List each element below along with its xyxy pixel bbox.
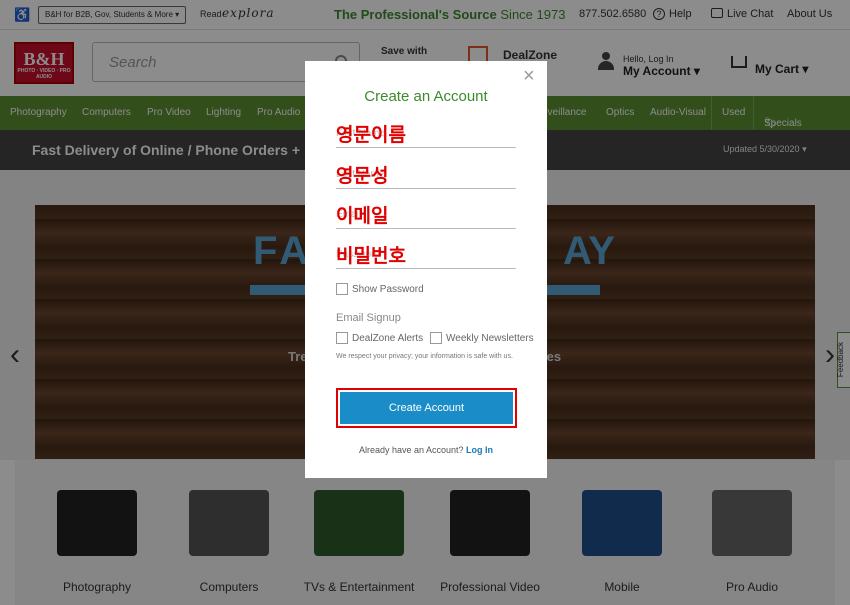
login-link[interactable]: Log In [466, 445, 493, 455]
login-prompt: Already have an Account? Log In [305, 445, 547, 455]
already-text: Already have an Account? [358, 445, 464, 455]
show-password-label: Show Password [352, 284, 424, 295]
modal-title: Create an Account [364, 88, 488, 105]
weekly-newsletters-checkbox[interactable] [430, 332, 442, 344]
last-name-field[interactable]: Last Name 영문성 [336, 159, 516, 189]
password-annotation: 비밀번호 [336, 245, 406, 267]
close-icon[interactable]: × [523, 65, 535, 88]
first-name-annotation: 영문이름 [336, 124, 406, 146]
weekly-newsletters-label: Weekly Newsletters [446, 333, 534, 344]
dealzone-alerts-checkbox[interactable] [336, 332, 348, 344]
email-annotation: 이메일 [336, 205, 389, 227]
email-field[interactable]: Email 이메일 [336, 199, 516, 229]
first-name-field[interactable]: First Name 영문이름 [336, 118, 516, 148]
create-account-button[interactable]: Create Account [340, 392, 513, 424]
last-name-annotation: 영문성 [336, 165, 389, 187]
privacy-note: We respect your privacy; your informatio… [336, 353, 513, 360]
dealzone-alerts-label: DealZone Alerts [352, 333, 424, 344]
password-field[interactable]: Password 비밀번호 [336, 239, 516, 269]
show-password-checkbox[interactable] [336, 283, 348, 295]
create-account-modal: × Create an Account First Name 영문이름 Last… [305, 61, 547, 478]
create-account-highlight: Create Account [336, 388, 517, 428]
email-signup-heading: Email Signup [336, 312, 401, 324]
